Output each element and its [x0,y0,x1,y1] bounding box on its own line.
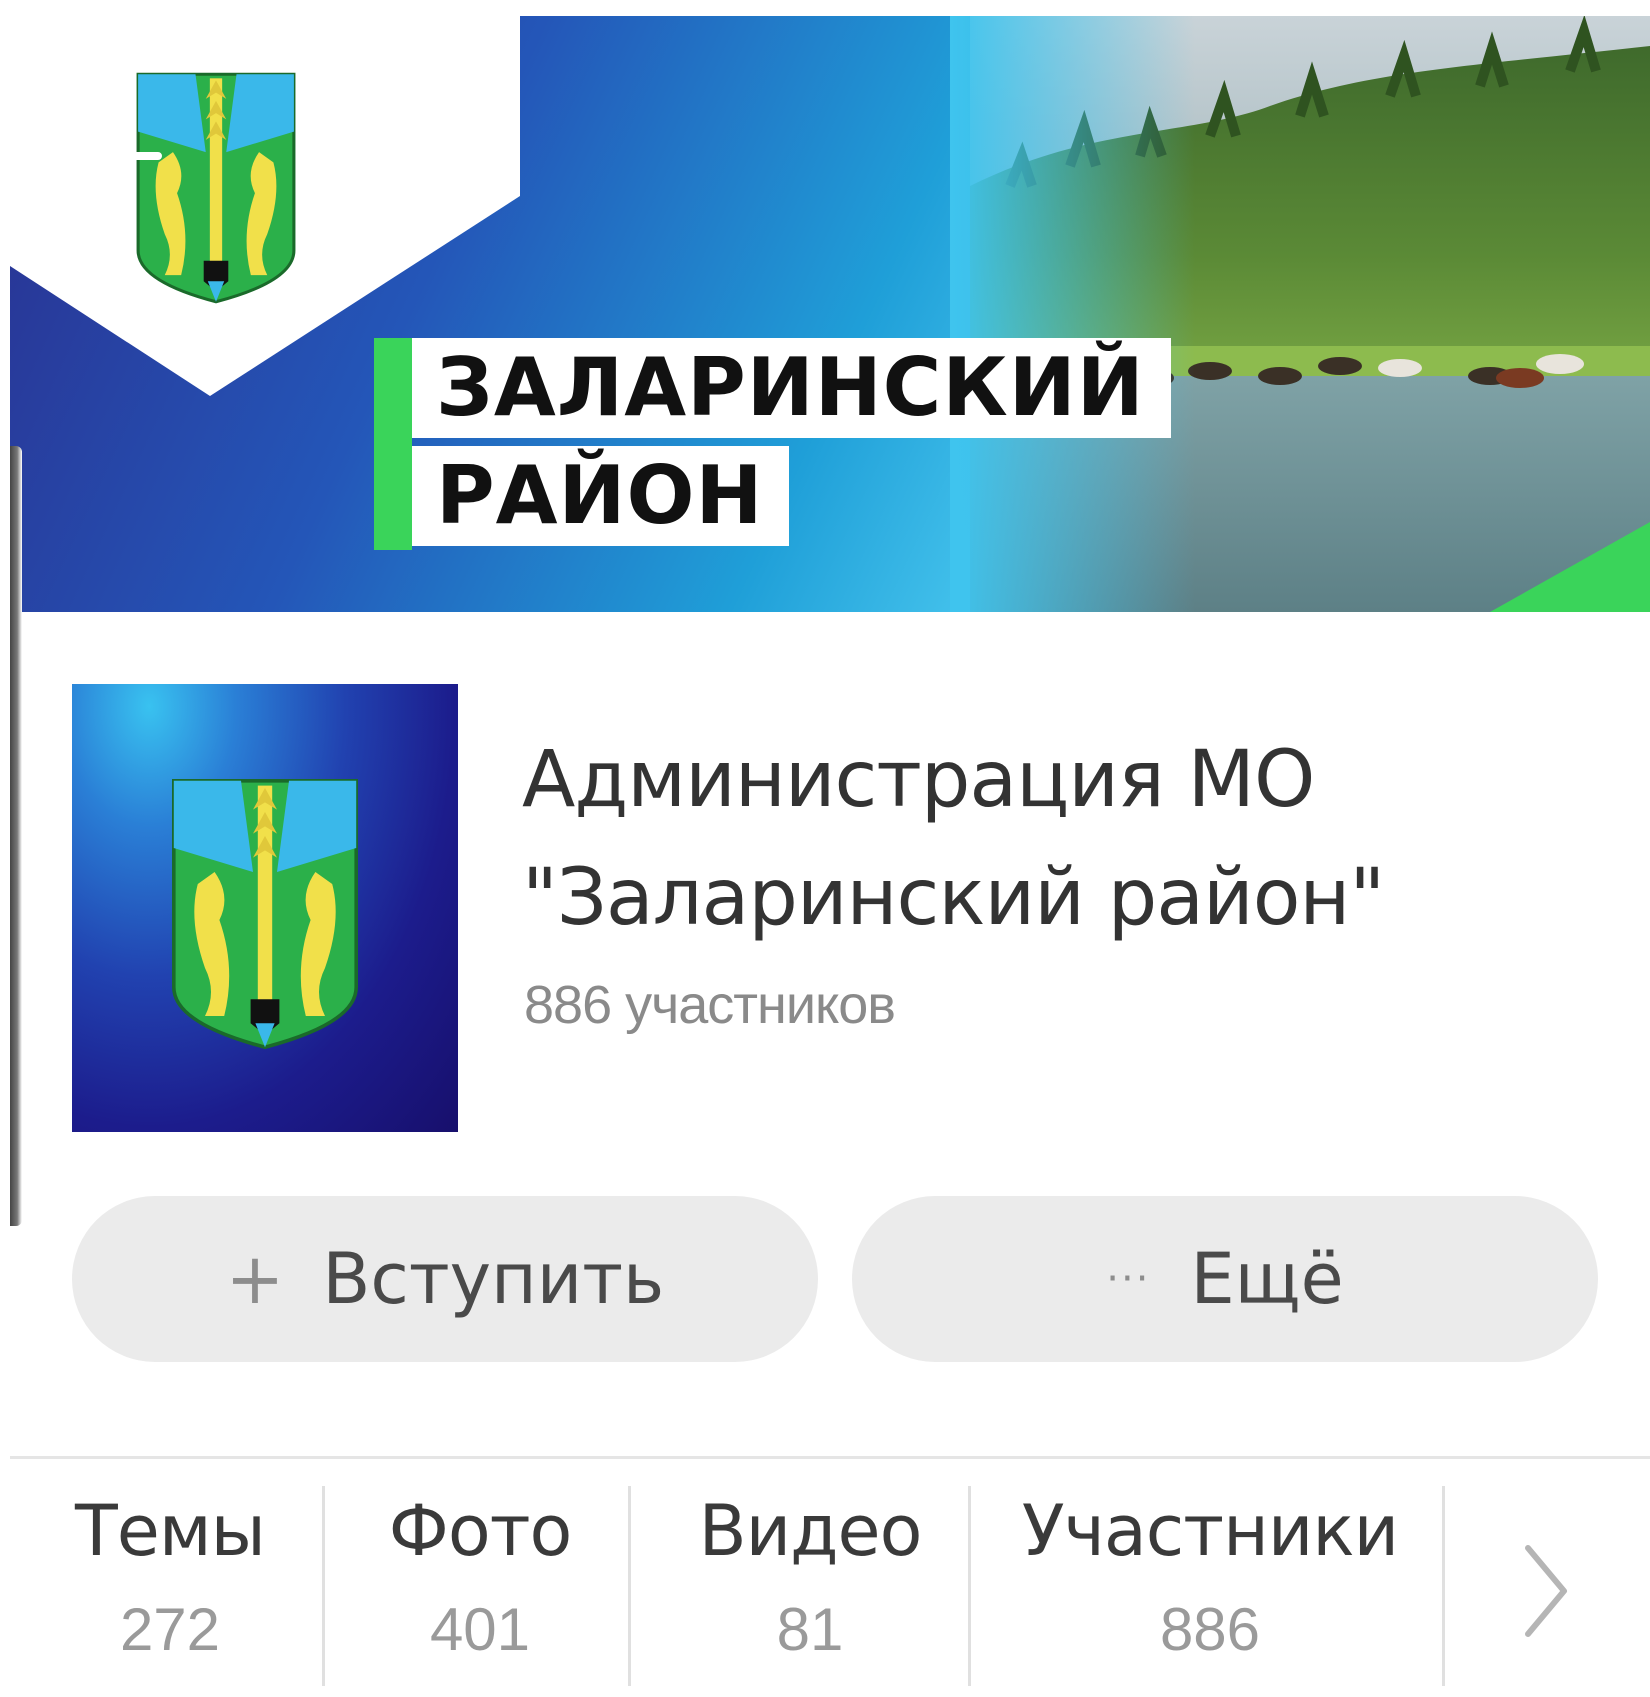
arrow-left-icon[interactable] [88,116,168,196]
tab-count: 401 [429,1596,531,1663]
tab-photos[interactable]: Фото 401 [350,1486,610,1686]
tab-separator [968,1486,971,1686]
cover-title-line-1: ЗАЛАРИНСКИЙ [412,338,1171,438]
tab-count: 272 [119,1596,221,1663]
tab-label: Видео [698,1490,923,1572]
coat-of-arms-emblem [172,779,358,1050]
more-dots-icon: ··· [1106,1256,1151,1302]
group-avatar[interactable] [72,684,458,1132]
tab-separator [322,1486,325,1686]
tab-separator [628,1486,631,1686]
group-page: ЗАЛАРИНСКИЙ РАЙОН Администрация МО "Зала… [10,16,1650,1697]
members-count[interactable]: 886 участников [524,974,896,1036]
chevron-right-icon[interactable] [1516,1536,1576,1646]
join-button[interactable]: + Вступить [72,1196,818,1362]
tab-count: 886 [1159,1596,1261,1663]
group-name: Администрация МО "Заларинский район" [522,735,1385,943]
left-edge-shadow [10,446,22,1226]
tab-label: Участники [1021,1490,1399,1572]
tab-topics[interactable]: Темы 272 [40,1486,300,1686]
tab-members[interactable]: Участники 886 [1000,1486,1420,1686]
tab-separator [1442,1486,1445,1686]
more-button[interactable]: ··· Ещё [852,1196,1598,1362]
tab-label: Темы [75,1490,266,1572]
plus-icon: + [225,1238,285,1320]
cover-title-line-2: РАЙОН [412,446,790,546]
tab-videos[interactable]: Видео 81 [670,1486,950,1686]
tab-label: Фото [388,1490,573,1572]
join-button-label: Вступить [322,1238,665,1320]
tabs-divider [10,1456,1650,1459]
cover-banner: ЗАЛАРИНСКИЙ РАЙОН [10,16,1650,612]
tab-count: 81 [776,1596,844,1663]
more-button-label: Ещё [1190,1238,1344,1320]
cover-green-corner [1490,522,1650,612]
cover-title-accent [374,338,412,550]
